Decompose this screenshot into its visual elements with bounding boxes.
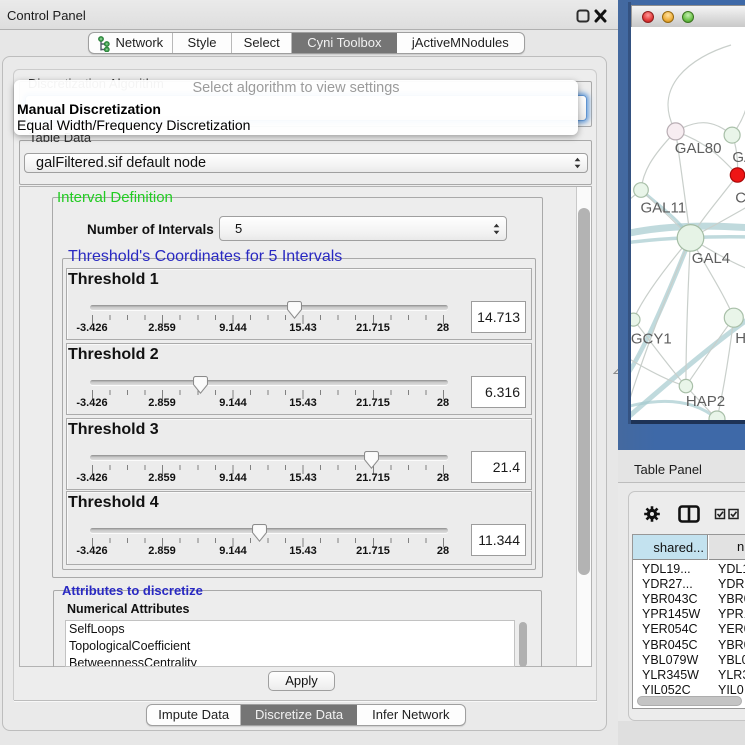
svg-text:C: C bbox=[735, 190, 745, 207]
svg-text:GCY1: GCY1 bbox=[631, 330, 672, 347]
svg-text:HAP2: HAP2 bbox=[686, 393, 725, 410]
svg-text:GA: GA bbox=[732, 149, 745, 166]
svg-text:GAL11: GAL11 bbox=[641, 200, 687, 217]
svg-text:GAL80: GAL80 bbox=[675, 140, 722, 157]
svg-text:GAL4: GAL4 bbox=[692, 250, 730, 267]
svg-text:H: H bbox=[735, 330, 745, 347]
